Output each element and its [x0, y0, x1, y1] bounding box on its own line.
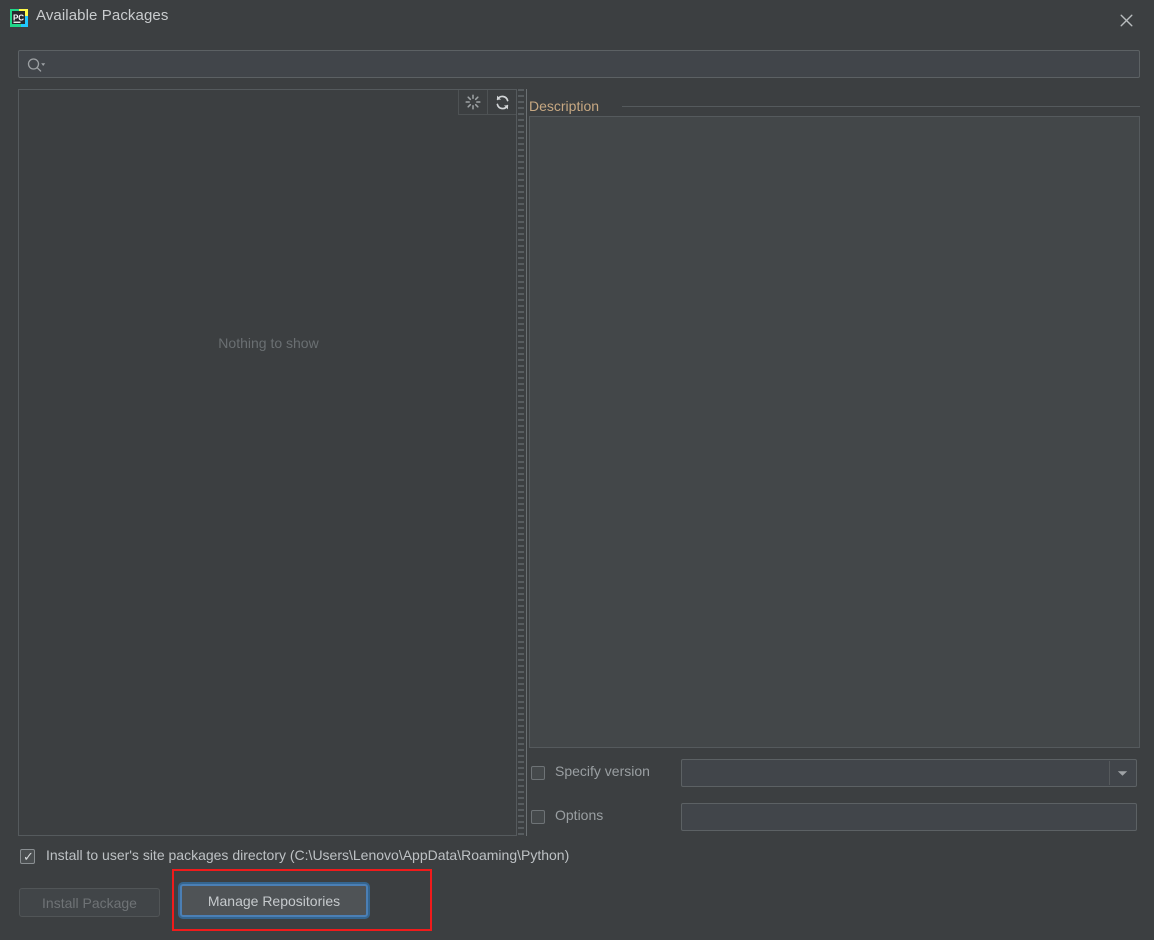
options-field[interactable] — [681, 803, 1137, 831]
pycharm-icon: PC — [9, 8, 29, 28]
available-packages-list[interactable]: Nothing to show — [18, 89, 517, 836]
available-packages-dialog: PC Available Packages — [0, 0, 1154, 940]
description-content — [529, 116, 1140, 748]
specify-version-checkbox[interactable] — [531, 766, 545, 780]
chevron-down-icon[interactable] — [1109, 761, 1135, 785]
specify-version-combobox[interactable] — [681, 759, 1137, 787]
panel-splitter[interactable] — [517, 89, 529, 836]
search-icon[interactable] — [27, 56, 49, 74]
install-package-button-label: Install Package — [42, 895, 137, 911]
svg-text:PC: PC — [13, 13, 24, 22]
search-bar[interactable] — [18, 50, 1140, 78]
empty-state-label: Nothing to show — [19, 335, 518, 351]
checkmark-icon: ✓ — [23, 849, 34, 864]
options-label: Options — [555, 807, 603, 823]
options-row: Options — [531, 807, 671, 833]
loading-spinner-icon — [458, 90, 487, 115]
refresh-icon[interactable] — [487, 90, 516, 115]
packages-toolbar — [458, 90, 516, 116]
splitter-grip — [518, 89, 524, 836]
specify-version-label: Specify version — [555, 763, 650, 779]
options-input[interactable] — [688, 804, 1132, 830]
search-input[interactable] — [53, 51, 1133, 77]
install-to-user-dir-label: Install to user's site packages director… — [46, 847, 569, 863]
close-icon[interactable] — [1112, 6, 1140, 34]
description-separator — [622, 106, 1140, 107]
specify-version-row: Specify version — [531, 763, 691, 789]
install-package-button[interactable]: Install Package — [19, 888, 160, 917]
manage-repositories-button-label: Manage Repositories — [208, 893, 340, 909]
specify-version-input[interactable] — [688, 760, 1108, 786]
manage-repositories-button[interactable]: Manage Repositories — [180, 884, 368, 917]
splitter-line — [526, 89, 527, 836]
install-to-user-dir-checkbox[interactable]: ✓ — [20, 849, 35, 864]
description-label: Description — [529, 98, 599, 114]
title-bar: PC Available Packages — [0, 0, 1154, 38]
dialog-title: Available Packages — [36, 7, 168, 24]
options-checkbox[interactable] — [531, 810, 545, 824]
